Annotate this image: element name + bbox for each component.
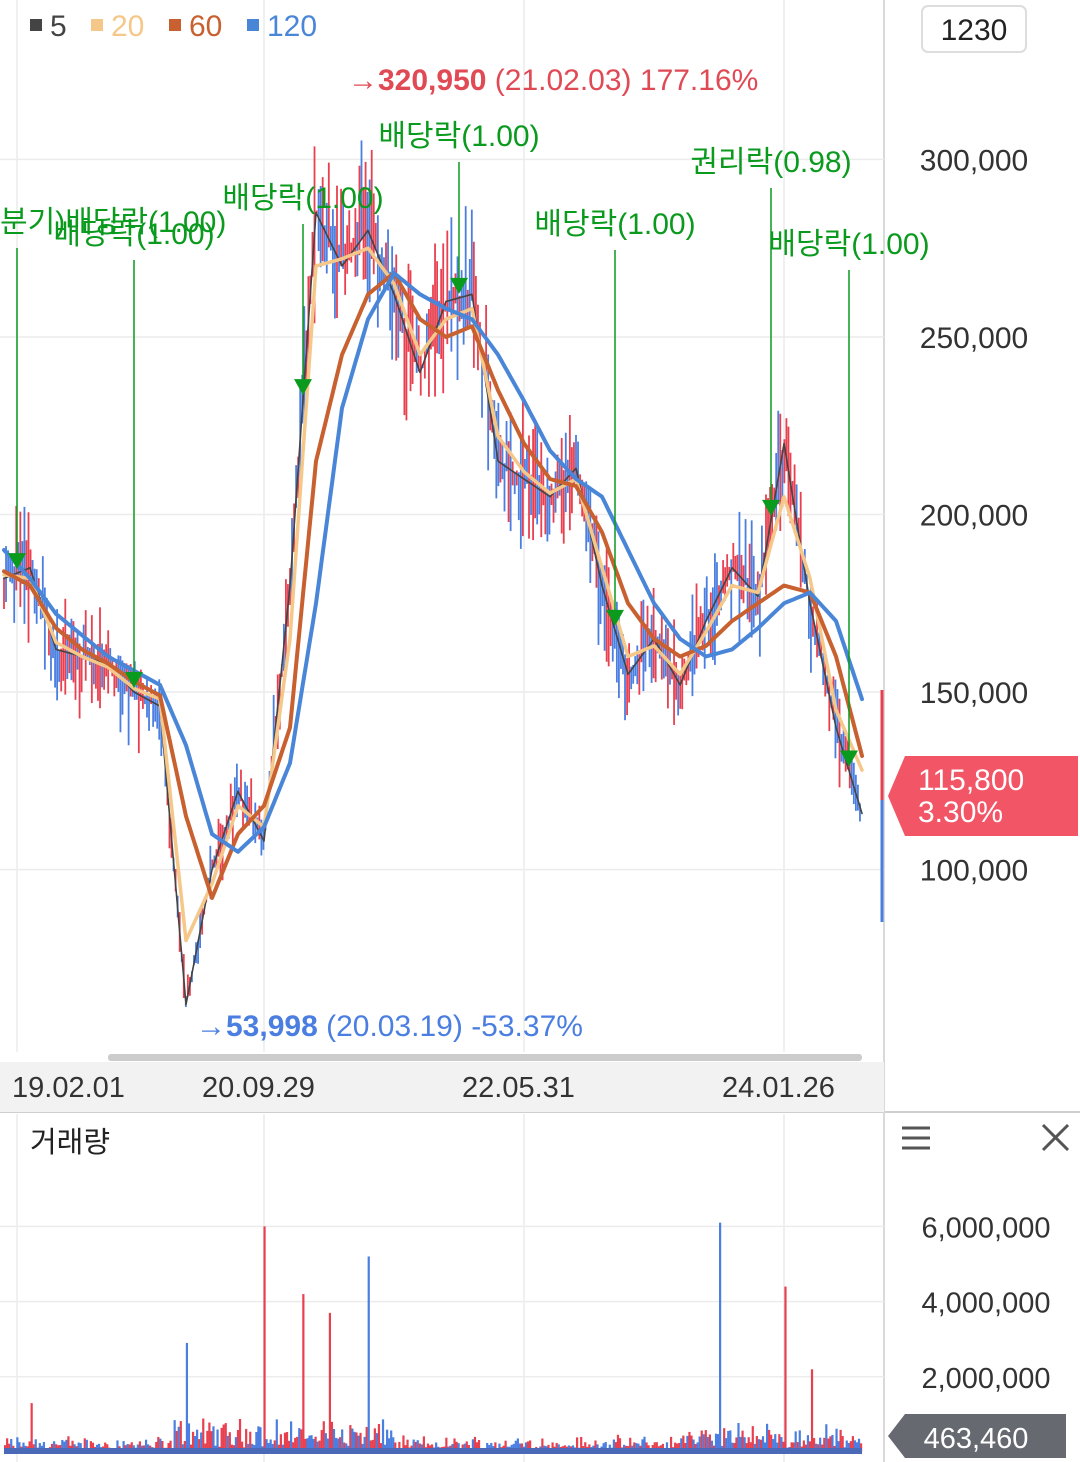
volume-bar	[765, 1423, 769, 1452]
volume-bar	[302, 1294, 305, 1452]
volume-bar	[719, 1222, 722, 1452]
stock-chart-canvas[interactable]: 300,000 250,000 200,000 150,000 100,000 19.02…	[0, 0, 1080, 1462]
volume-bar	[187, 1423, 191, 1452]
current-change: 3.30%	[918, 796, 1003, 829]
volume-y-tick-label: 2,000,000	[921, 1363, 1050, 1395]
price-y-tick-label: 300,000	[920, 144, 1028, 177]
volume-bar	[222, 1424, 225, 1452]
volume-bar	[328, 1312, 332, 1452]
volume-bar	[825, 1424, 828, 1452]
volume-bar	[290, 1421, 293, 1452]
event-label: 배당락(1.00)	[768, 228, 929, 261]
x-tick-label: 19.02.01	[12, 1072, 125, 1104]
volume-bar	[322, 1421, 325, 1452]
event-label: 배당락(1.00)	[534, 208, 695, 241]
legend-swatch	[30, 19, 42, 31]
current-price: 115,800	[918, 764, 1024, 797]
price-y-tick-label: 200,000	[920, 499, 1028, 532]
x-tick-label: 24.01.26	[722, 1072, 835, 1104]
volume-baseline-fill	[4, 1448, 862, 1454]
volume-bar	[30, 1403, 33, 1452]
volume-bar	[784, 1286, 787, 1452]
volume-y-tick-label: 6,000,000	[921, 1212, 1050, 1244]
x-tick-label: 22.05.31	[462, 1072, 575, 1104]
legend-label: 5	[50, 10, 67, 43]
current-volume: 463,460	[924, 1423, 1029, 1455]
volume-bar	[810, 1369, 814, 1452]
volume-bar	[263, 1226, 266, 1452]
volume-bar	[224, 1423, 227, 1452]
volume-bar	[238, 1418, 242, 1452]
volume-panel-background	[0, 1113, 1080, 1462]
volume-bar	[737, 1423, 740, 1452]
legend-swatch	[91, 19, 103, 31]
price-y-tick-label: 100,000	[920, 855, 1028, 888]
volume-bar	[367, 1256, 370, 1452]
volume-bar	[179, 1421, 182, 1452]
volume-bar	[377, 1424, 381, 1452]
event-label: 배당락(1.00)	[53, 218, 214, 251]
interval-label: 1230	[941, 14, 1008, 47]
volume-bar	[173, 1420, 176, 1452]
legend-label: 20	[111, 10, 144, 43]
x-tick-label: 20.09.29	[202, 1072, 315, 1104]
volume-bar	[381, 1419, 385, 1452]
legend-swatch	[247, 19, 259, 31]
event-label: 배당락(1.00)	[222, 182, 383, 215]
event-label: 배당락(1.00)	[378, 120, 539, 153]
volume-bar	[275, 1419, 278, 1452]
volume-bar	[185, 1342, 189, 1452]
volume-panel-title: 거래량	[30, 1127, 110, 1159]
volume-bar	[330, 1421, 334, 1452]
event-label: 권리락(0.98)	[690, 146, 851, 179]
high-price-label: →320,950 (21.02.03) 177.16%	[348, 64, 758, 97]
price-y-tick-label: 250,000	[920, 322, 1028, 355]
low-price-label: →53,998 (20.03.19) -53.37%	[196, 1010, 583, 1043]
volume-y-tick-label: 4,000,000	[921, 1288, 1050, 1320]
price-panel-background	[0, 0, 1080, 1112]
legend-label: 120	[267, 10, 317, 43]
legend-swatch	[169, 19, 181, 31]
volume-bar	[202, 1418, 205, 1452]
volume-bar	[208, 1422, 211, 1452]
volume-bar	[349, 1425, 352, 1452]
price-y-tick-label: 150,000	[920, 677, 1028, 710]
scroll-bar[interactable]	[108, 1054, 862, 1061]
legend-label: 60	[189, 10, 222, 43]
